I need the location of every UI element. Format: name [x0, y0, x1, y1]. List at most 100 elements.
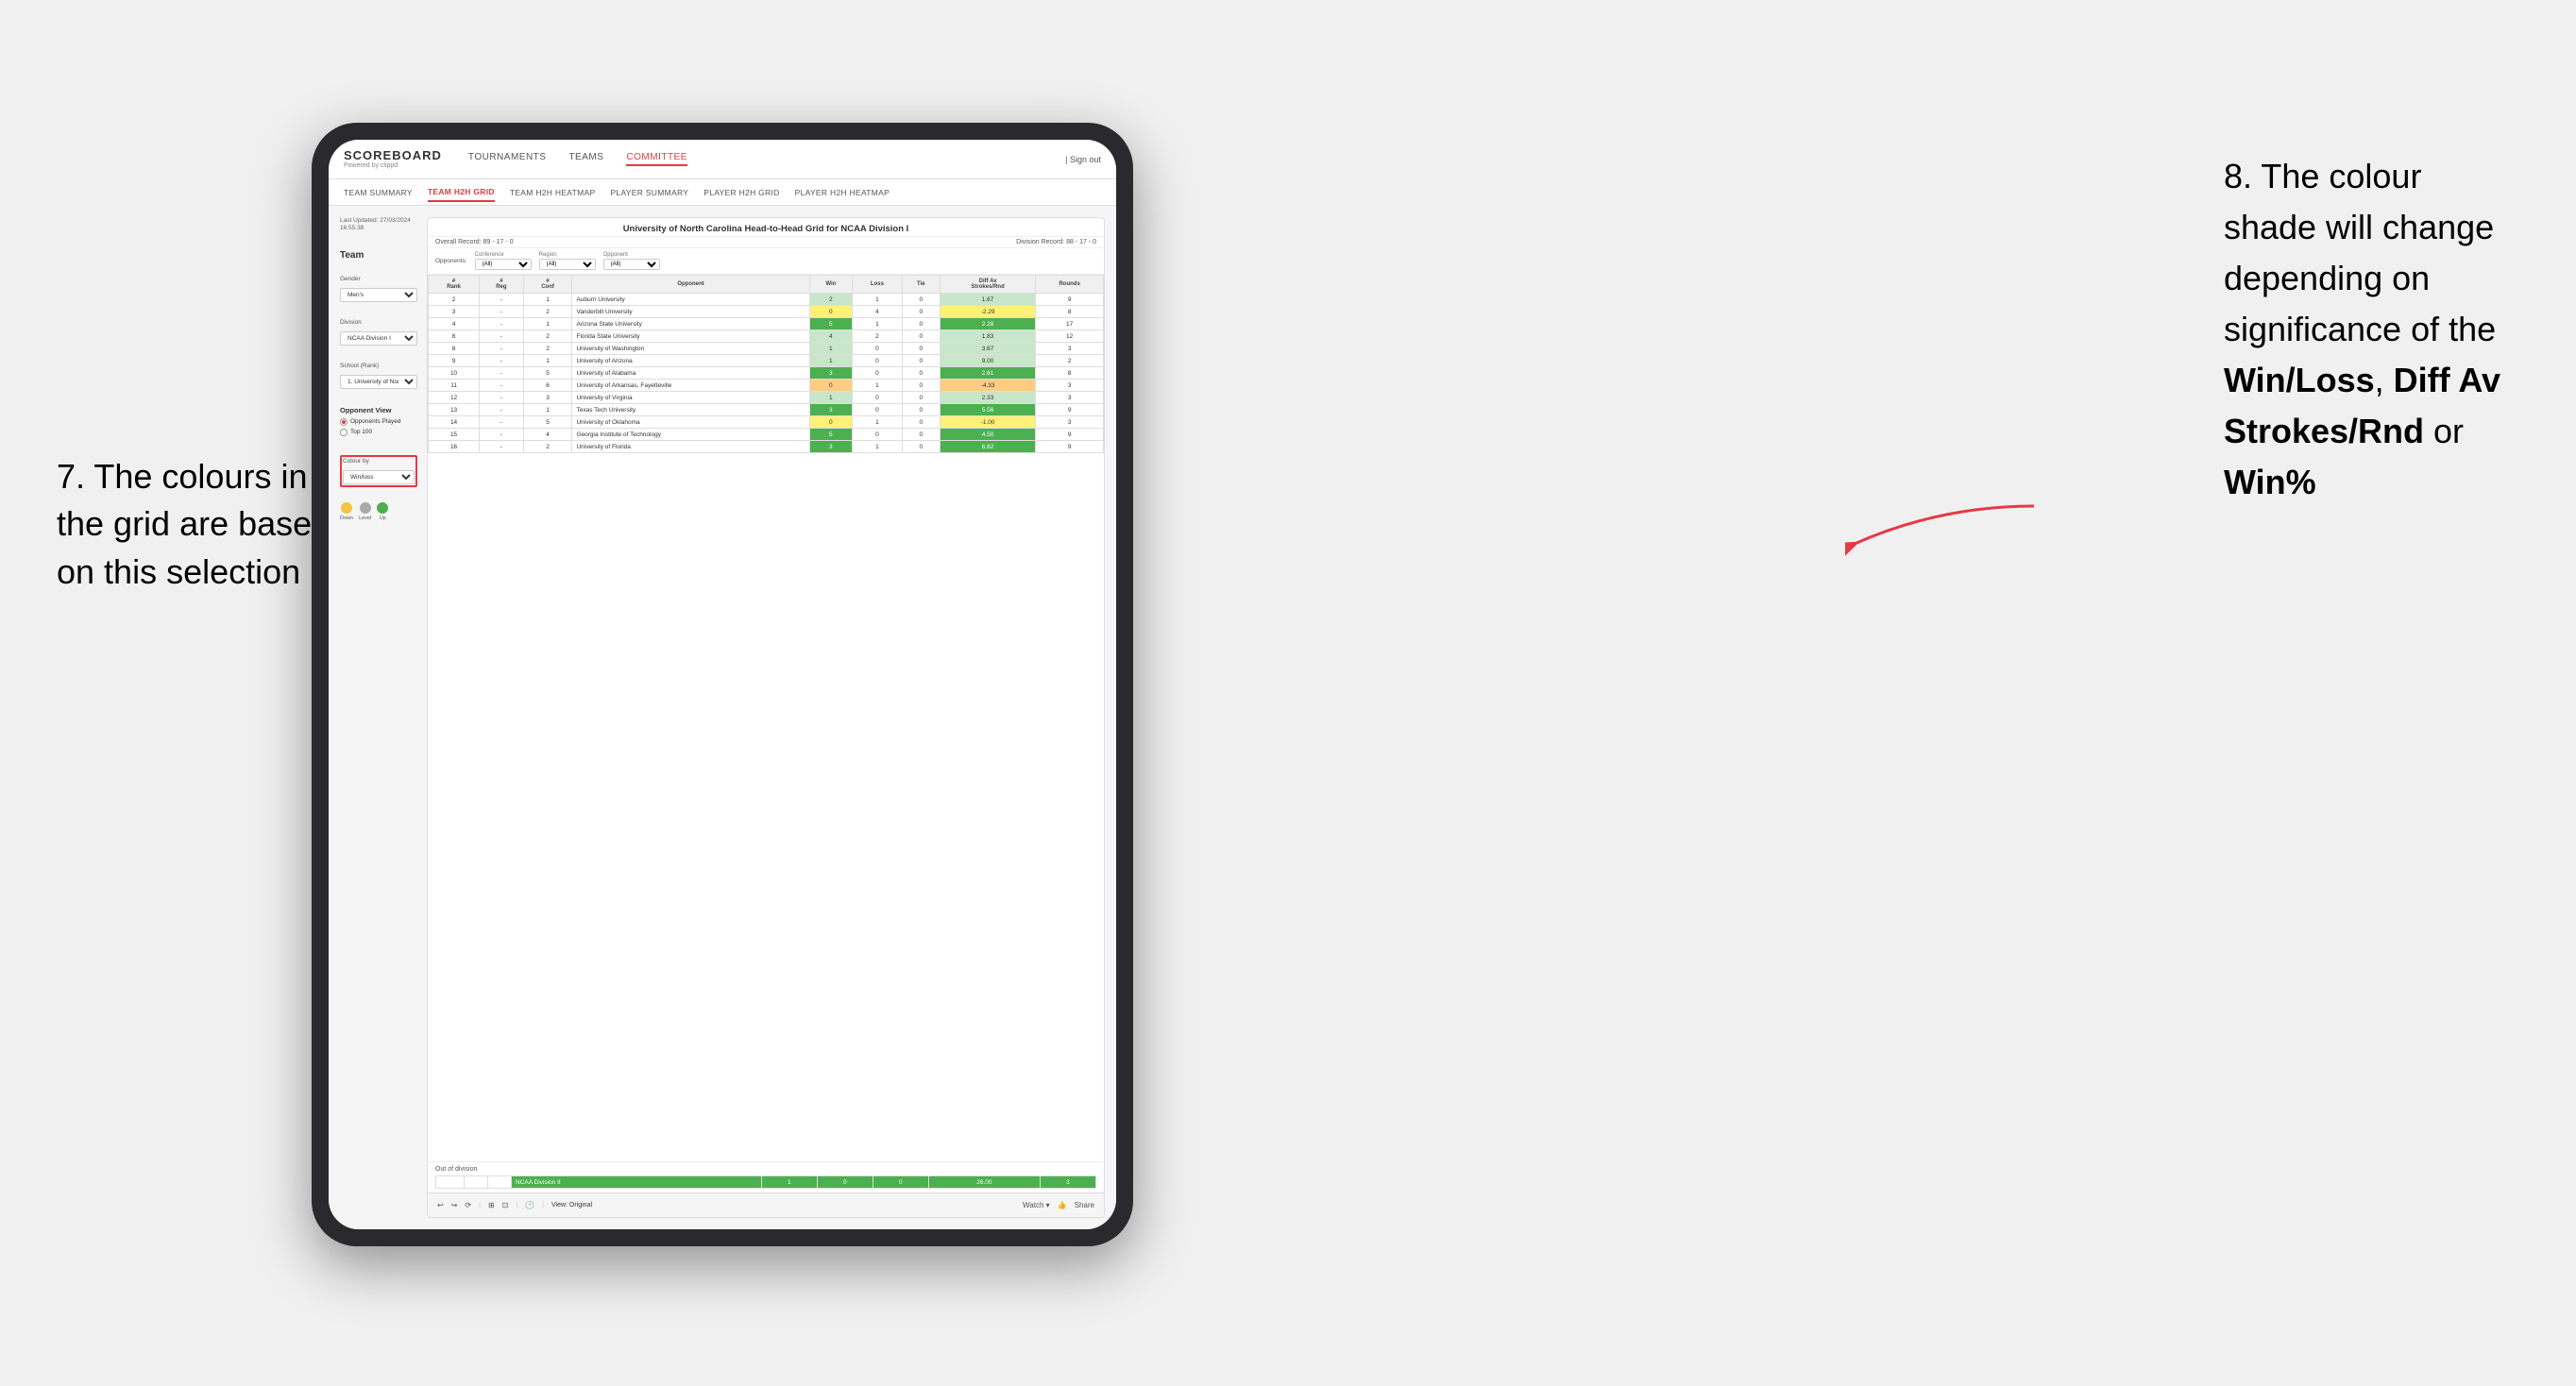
table-cell: 12 — [429, 392, 480, 404]
clock-button[interactable]: 🕐 — [525, 1201, 534, 1209]
table-cell: 1 — [853, 380, 903, 392]
table-cell: University of Arkansas, Fayetteville — [572, 380, 809, 392]
last-updated: Last Updated: 27/03/2024 16:55:38 — [340, 217, 417, 233]
region-select[interactable]: (All) — [539, 259, 596, 270]
legend-up: Up — [377, 502, 388, 521]
resize-button[interactable]: ⊡ — [502, 1201, 509, 1209]
table-row: 8-2University of Washington1003.673 — [429, 343, 1104, 355]
table-cell: 1 — [853, 441, 903, 453]
radio-top100[interactable]: Top 100 — [340, 429, 417, 436]
table-cell: Auburn University — [572, 294, 809, 306]
table-row: 16-2University of Florida3106.629 — [429, 441, 1104, 453]
legend-dot-up — [377, 502, 388, 514]
table-cell: 1 — [809, 355, 853, 367]
division-record: Division Record: 88 - 17 - 0 — [1016, 239, 1096, 245]
tab-team-h2h-grid[interactable]: TEAM H2H GRID — [428, 183, 495, 202]
overall-record: Overall Record: 89 - 17 - 0 — [435, 239, 514, 245]
table-cell: 8 — [1036, 367, 1104, 380]
table-cell: 8 — [429, 343, 480, 355]
school-label: School (Rank) — [340, 363, 417, 369]
nav-tournaments[interactable]: TOURNAMENTS — [468, 152, 547, 166]
table-cell: - — [480, 318, 524, 330]
table-cell: 3 — [429, 306, 480, 318]
tab-player-summary[interactable]: PLAYER SUMMARY — [610, 184, 688, 201]
table-row: 12-3University of Virginia1002.333 — [429, 392, 1104, 404]
tab-team-h2h-heatmap[interactable]: TEAM H2H HEATMAP — [510, 184, 596, 201]
main-content: Last Updated: 27/03/2024 16:55:38 Team G… — [329, 206, 1116, 1229]
redo-button[interactable]: ↪ — [451, 1201, 458, 1209]
col-rounds: Rounds — [1036, 276, 1104, 294]
table-cell: 5.56 — [940, 404, 1035, 416]
tab-player-h2h-grid[interactable]: PLAYER H2H GRID — [703, 184, 779, 201]
watch-button[interactable]: Watch ▾ — [1023, 1201, 1050, 1209]
tab-team-summary[interactable]: TEAM SUMMARY — [344, 184, 413, 201]
colour-by-select[interactable]: Win/loss — [343, 470, 415, 484]
table-cell: University of Oklahoma — [572, 416, 809, 429]
bottom-toolbar: ↩ ↪ ⟳ | ⊞ ⊡ | 🕐 | View: Original Watch ▾… — [428, 1192, 1104, 1217]
undo-button[interactable]: ↩ — [437, 1201, 444, 1209]
table-cell: Arizona State University — [572, 318, 809, 330]
opponent-view-section: Opponent View Opponents Played Top 100 — [340, 406, 417, 436]
arrow-right-icon — [1845, 487, 2034, 563]
thumbs-up-button[interactable]: 👍 — [1058, 1201, 1067, 1209]
ood-tie: 0 — [873, 1176, 928, 1189]
table-row: 13-1Texas Tech University3005.569 — [429, 404, 1104, 416]
toolbar-sep2: | — [516, 1202, 517, 1209]
grid-subtitle: Overall Record: 89 - 17 - 0 Division Rec… — [428, 237, 1104, 248]
data-table: #Rank #Reg #Conf Opponent Win Loss Tie D… — [428, 275, 1104, 1161]
ood-diff: 26.00 — [928, 1176, 1040, 1189]
table-cell: 5 — [523, 416, 572, 429]
table-cell: University of Washington — [572, 343, 809, 355]
opponent-select[interactable]: (All) — [603, 259, 660, 270]
nav-committee[interactable]: COMMITTEE — [626, 152, 687, 166]
table-cell: 1 — [809, 343, 853, 355]
table-cell: 1 — [523, 355, 572, 367]
gender-label: Gender — [340, 276, 417, 282]
toolbar-sep3: | — [542, 1202, 544, 1209]
ood-label: Out of division — [435, 1166, 1096, 1173]
table-cell: 9 — [1036, 294, 1104, 306]
radio-opponents-played[interactable]: Opponents Played — [340, 418, 417, 426]
table-cell: - — [480, 294, 524, 306]
ood-reg — [465, 1176, 488, 1189]
col-loss: Loss — [853, 276, 903, 294]
table-cell: 0 — [853, 404, 903, 416]
conference-select[interactable]: (All) — [475, 259, 532, 270]
table-cell: 3 — [1036, 343, 1104, 355]
nav-teams[interactable]: TEAMS — [568, 152, 603, 166]
conference-label: Conference — [475, 252, 532, 258]
table-cell: 5 — [809, 429, 853, 441]
table-cell: - — [480, 343, 524, 355]
gender-select[interactable]: Men's — [340, 288, 417, 302]
table-cell: 1.83 — [940, 330, 1035, 343]
sign-out-link[interactable]: | Sign out — [1065, 155, 1101, 164]
division-select[interactable]: NCAA Division I — [340, 331, 417, 346]
gender-group: Gender Men's — [340, 276, 417, 302]
logo-area: SCOREBOARD Powered by clippd — [344, 149, 442, 170]
table-row: 2-1Auburn University2101.679 — [429, 294, 1104, 306]
table-cell: 0 — [902, 355, 940, 367]
legend-level: Level — [359, 502, 371, 521]
tab-player-h2h-heatmap[interactable]: PLAYER H2H HEATMAP — [795, 184, 890, 201]
forward-button[interactable]: ⟳ — [465, 1201, 471, 1209]
table-cell: 2 — [809, 294, 853, 306]
table-cell: 0 — [809, 416, 853, 429]
table-cell: 2 — [523, 343, 572, 355]
table-cell: - — [480, 441, 524, 453]
table-cell: 2 — [523, 441, 572, 453]
table-cell: 1 — [523, 318, 572, 330]
filter-row: Opponents: Conference (All) Region (All) — [428, 248, 1104, 275]
table-cell: 15 — [429, 429, 480, 441]
table-cell: 1 — [853, 318, 903, 330]
grid-panel: University of North Carolina Head-to-Hea… — [427, 217, 1105, 1218]
ood-rounds: 3 — [1040, 1176, 1095, 1189]
table-cell: 0 — [902, 416, 940, 429]
table-row: 15-4Georgia Institute of Technology5004.… — [429, 429, 1104, 441]
copy-button[interactable]: ⊞ — [488, 1201, 495, 1209]
table-cell: 6 — [523, 380, 572, 392]
legend-dot-down — [341, 502, 352, 514]
table-cell: - — [480, 330, 524, 343]
school-select[interactable]: 1. University of Nort... — [340, 375, 417, 389]
share-button[interactable]: Share — [1075, 1201, 1094, 1209]
view-label[interactable]: View: Original — [551, 1202, 592, 1209]
